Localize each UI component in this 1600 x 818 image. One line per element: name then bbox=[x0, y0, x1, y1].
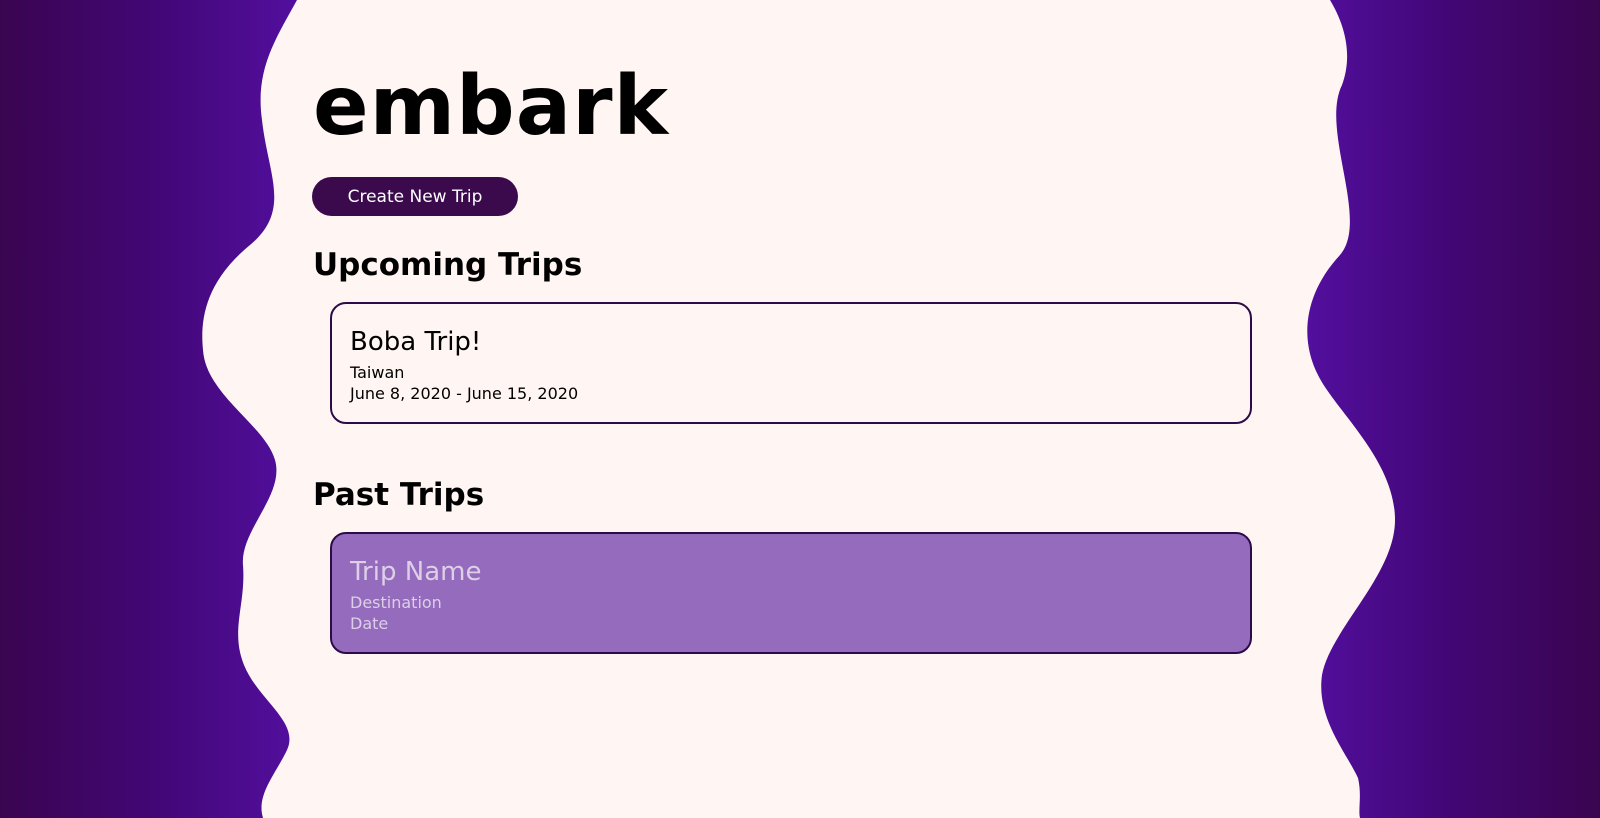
upcoming-trip-card[interactable]: Boba Trip! Taiwan June 8, 2020 - June 15… bbox=[330, 302, 1252, 424]
left-wave bbox=[0, 0, 297, 818]
app-logo: embark bbox=[313, 59, 670, 154]
past-trips-heading: Past Trips bbox=[313, 477, 485, 513]
right-wave bbox=[1307, 0, 1600, 818]
trip-destination: Destination bbox=[350, 593, 442, 612]
past-trip-card[interactable]: Trip Name Destination Date bbox=[330, 532, 1252, 654]
upcoming-trips-heading: Upcoming Trips bbox=[313, 247, 583, 283]
trip-dates: June 8, 2020 - June 15, 2020 bbox=[350, 384, 579, 403]
trip-dates: Date bbox=[350, 614, 389, 633]
create-new-trip-button[interactable]: Create New Trip bbox=[312, 177, 518, 216]
trip-destination: Taiwan bbox=[350, 363, 405, 382]
trip-name: Trip Name bbox=[350, 557, 482, 587]
trip-name: Boba Trip! bbox=[350, 327, 482, 357]
